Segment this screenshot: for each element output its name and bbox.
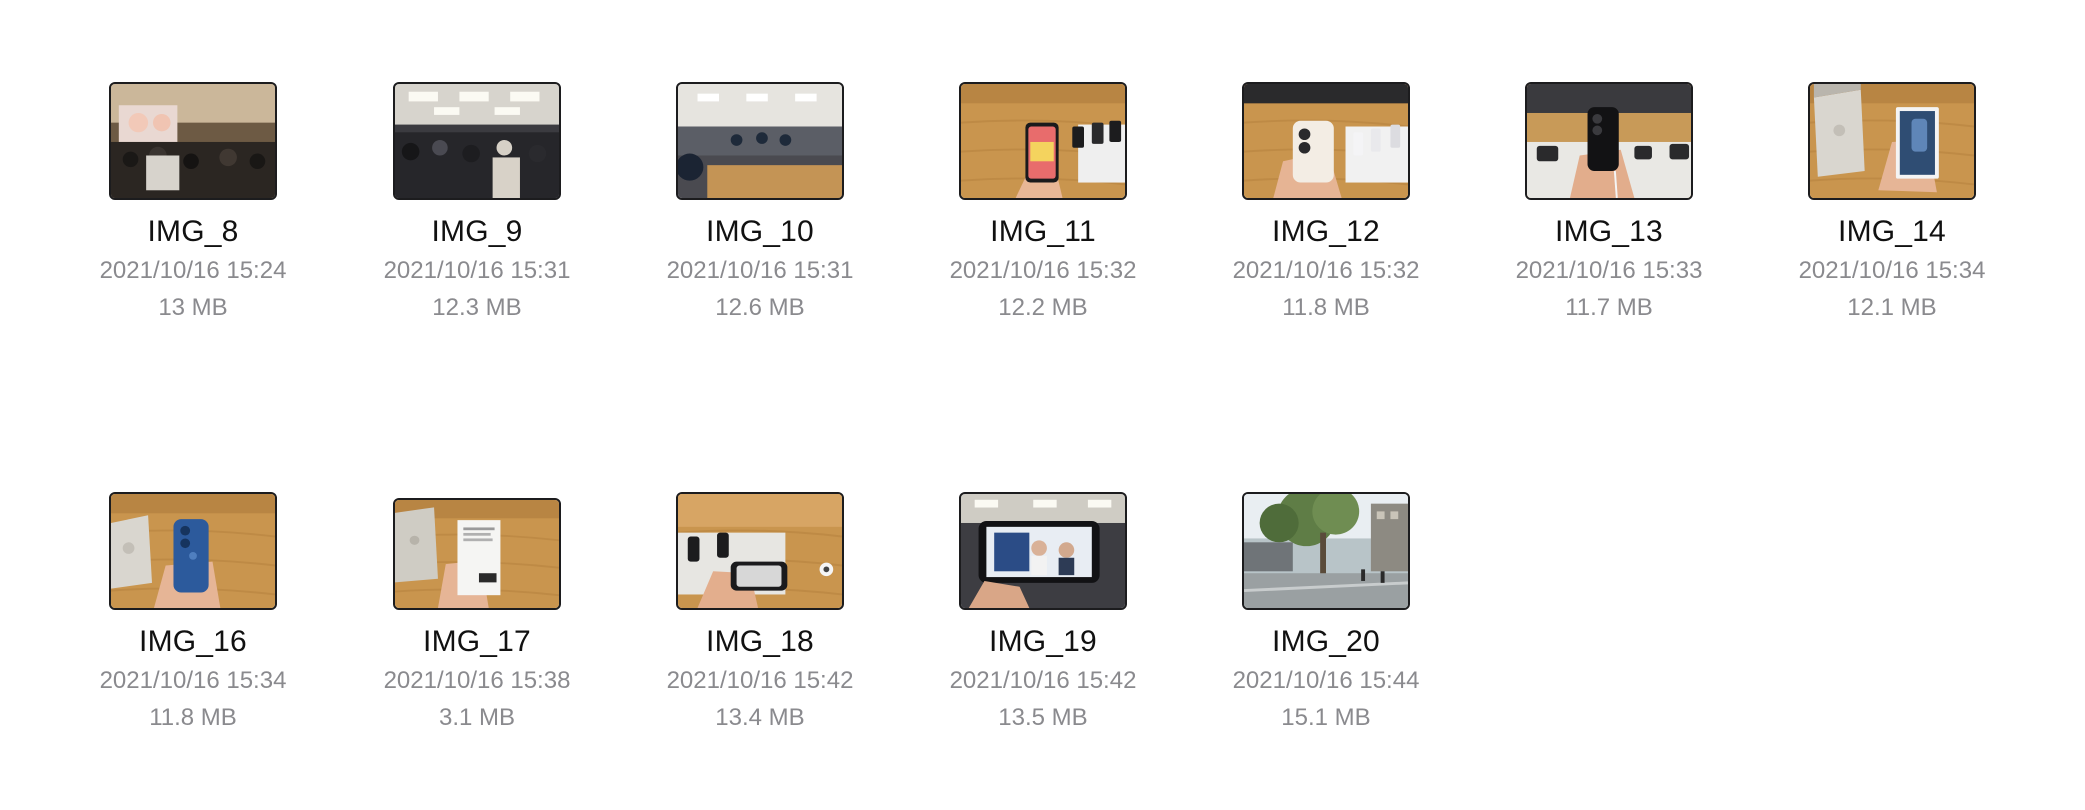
file-item[interactable]: IMG_13 2021/10/16 15:33 11.7 MB xyxy=(1489,82,1729,326)
thumbnail-image xyxy=(1244,494,1408,608)
file-size: 12.3 MB xyxy=(432,294,522,321)
file-size: 11.7 MB xyxy=(1565,294,1653,321)
file-size: 11.8 MB xyxy=(1282,294,1370,321)
file-name: IMG_12 xyxy=(1272,215,1380,248)
file-thumbnail[interactable] xyxy=(676,82,844,200)
file-name: IMG_11 xyxy=(990,215,1096,248)
thumbnail-image xyxy=(678,84,842,198)
file-item[interactable]: IMG_9 2021/10/16 15:31 12.3 MB xyxy=(357,82,597,326)
file-item[interactable]: IMG_10 2021/10/16 15:31 12.6 MB xyxy=(640,82,880,326)
file-date: 2021/10/16 15:31 xyxy=(666,257,854,284)
file-item[interactable]: IMG_12 2021/10/16 15:32 11.8 MB xyxy=(1206,82,1446,326)
file-thumbnail[interactable] xyxy=(109,492,277,610)
file-date: 2021/10/16 15:32 xyxy=(1232,257,1420,284)
file-date: 2021/10/16 15:42 xyxy=(949,667,1137,694)
file-item[interactable]: IMG_19 2021/10/16 15:42 13.5 MB xyxy=(923,492,1163,736)
thumbnail-image xyxy=(395,500,559,608)
file-name: IMG_17 xyxy=(423,625,531,658)
file-name: IMG_10 xyxy=(706,215,814,248)
thumbnail-image xyxy=(111,84,275,198)
file-date: 2021/10/16 15:32 xyxy=(949,257,1137,284)
file-size: 13.5 MB xyxy=(998,704,1088,731)
thumbnail-image xyxy=(1810,84,1974,198)
file-item[interactable]: IMG_20 2021/10/16 15:44 15.1 MB xyxy=(1206,492,1446,736)
file-name: IMG_20 xyxy=(1272,625,1380,658)
file-item[interactable]: IMG_18 2021/10/16 15:42 13.4 MB xyxy=(640,492,880,736)
file-thumbnail[interactable] xyxy=(109,82,277,200)
file-size: 13.4 MB xyxy=(715,704,805,731)
thumbnail-image xyxy=(1527,84,1691,198)
file-thumbnail[interactable] xyxy=(1525,82,1693,200)
file-name: IMG_16 xyxy=(139,625,247,658)
thumbnail-image xyxy=(678,494,842,608)
file-date: 2021/10/16 15:24 xyxy=(99,257,287,284)
file-date: 2021/10/16 15:33 xyxy=(1515,257,1703,284)
file-name: IMG_9 xyxy=(431,215,523,248)
file-name: IMG_13 xyxy=(1555,215,1663,248)
file-thumbnail[interactable] xyxy=(1242,492,1410,610)
file-thumbnail[interactable] xyxy=(1808,82,1976,200)
file-date: 2021/10/16 15:38 xyxy=(383,667,571,694)
file-thumbnail[interactable] xyxy=(676,492,844,610)
thumbnail-image xyxy=(961,494,1125,608)
file-item[interactable]: IMG_11 2021/10/16 15:32 12.2 MB xyxy=(923,82,1163,326)
thumbnail-image xyxy=(961,84,1125,198)
file-size: 11.8 MB xyxy=(149,704,237,731)
file-thumbnail[interactable] xyxy=(959,82,1127,200)
file-grid: IMG_8 2021/10/16 15:24 13 MB IMG_9 2021/10/1… xyxy=(0,0,2085,810)
file-date: 2021/10/16 15:42 xyxy=(666,667,854,694)
file-size: 15.1 MB xyxy=(1281,704,1371,731)
file-name: IMG_19 xyxy=(989,625,1097,658)
thumbnail-image xyxy=(395,84,559,198)
file-size: 12.6 MB xyxy=(715,294,805,321)
file-item[interactable]: IMG_8 2021/10/16 15:24 13 MB xyxy=(73,82,313,326)
file-thumbnail[interactable] xyxy=(393,498,561,610)
file-item[interactable]: IMG_17 2021/10/16 15:38 3.1 MB xyxy=(357,492,597,736)
file-name: IMG_18 xyxy=(706,625,814,658)
file-name: IMG_8 xyxy=(147,215,239,248)
file-date: 2021/10/16 15:34 xyxy=(1798,257,1986,284)
thumbnail-image xyxy=(111,494,275,608)
file-thumbnail[interactable] xyxy=(393,82,561,200)
file-size: 12.1 MB xyxy=(1847,294,1937,321)
file-item[interactable]: IMG_16 2021/10/16 15:34 11.8 MB xyxy=(73,492,313,736)
file-date: 2021/10/16 15:31 xyxy=(383,257,571,284)
file-name: IMG_14 xyxy=(1838,215,1946,248)
file-thumbnail[interactable] xyxy=(959,492,1127,610)
file-size: 3.1 MB xyxy=(438,704,516,731)
file-size: 13 MB xyxy=(158,294,228,321)
file-size: 12.2 MB xyxy=(998,294,1088,321)
file-thumbnail[interactable] xyxy=(1242,82,1410,200)
file-date: 2021/10/16 15:34 xyxy=(99,667,287,694)
file-item[interactable]: IMG_14 2021/10/16 15:34 12.1 MB xyxy=(1772,82,2012,326)
file-date: 2021/10/16 15:44 xyxy=(1232,667,1420,694)
thumbnail-image xyxy=(1244,84,1408,198)
